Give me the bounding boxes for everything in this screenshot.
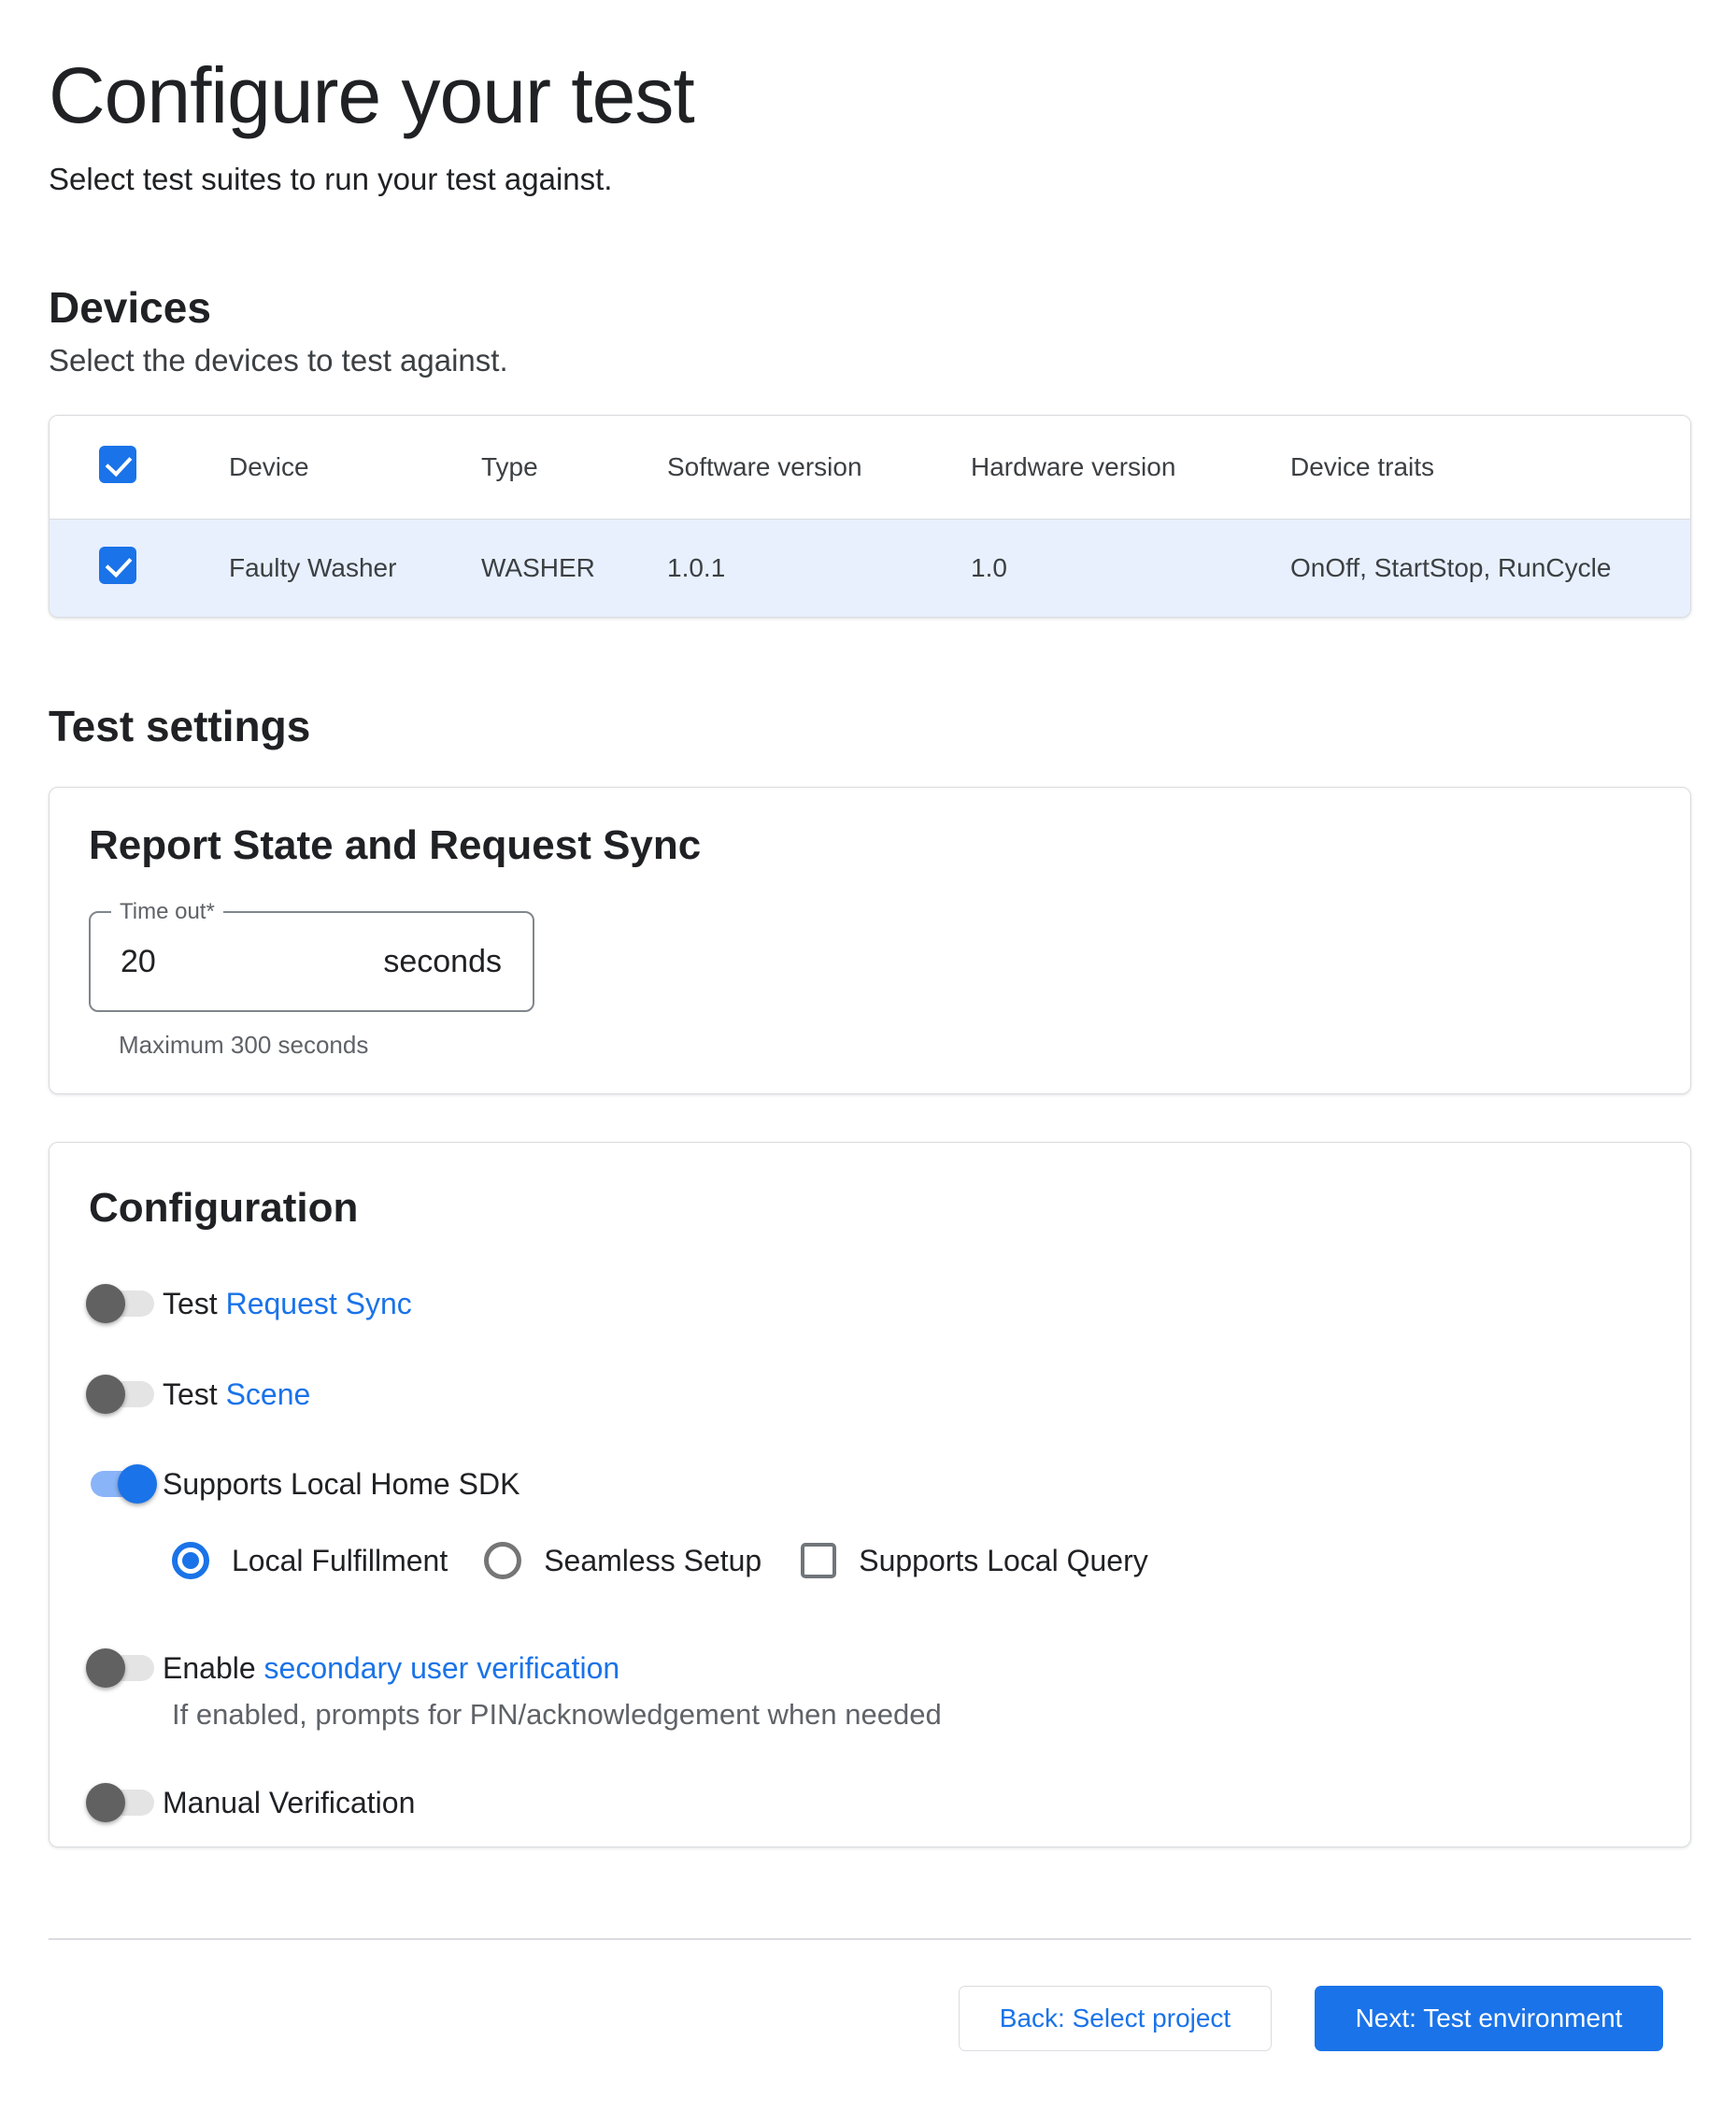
- timeout-input[interactable]: [121, 944, 326, 980]
- toggle-knob: [86, 1648, 125, 1688]
- local-home-sdk-options: Local Fulfillment Seamless Setup Support…: [172, 1540, 1651, 1581]
- local-fulfillment-radio[interactable]: [172, 1542, 209, 1579]
- devices-table-header-row: Device Type Software version Hardware ve…: [50, 416, 1690, 520]
- seamless-setup-radio[interactable]: [484, 1542, 521, 1579]
- seamless-setup-label: Seamless Setup: [544, 1544, 761, 1578]
- table-row[interactable]: Faulty Washer WASHER 1.0.1 1.0 OnOff, St…: [50, 520, 1690, 617]
- toggle-row-test-request-sync: Test Request Sync: [89, 1281, 1651, 1326]
- toggle-knob: [86, 1284, 125, 1323]
- test-request-sync-toggle[interactable]: [89, 1281, 154, 1326]
- supports-local-query-label: Supports Local Query: [859, 1544, 1148, 1578]
- cell-software-version: 1.0.1: [667, 553, 971, 583]
- toggle-row-supports-local-home-sdk: Supports Local Home SDK: [89, 1462, 1651, 1506]
- toggle-label-text: Manual Verification: [163, 1786, 415, 1819]
- back-button[interactable]: Back: Select project: [959, 1986, 1272, 2051]
- configuration-card-title: Configuration: [89, 1188, 1651, 1229]
- timeout-field-label: Time out*: [111, 900, 223, 924]
- toggle-label-text: Enable: [163, 1651, 256, 1685]
- toggle-row-manual-verification: Manual Verification: [89, 1780, 1651, 1825]
- secondary-user-verification-toggle[interactable]: [89, 1646, 154, 1690]
- configuration-card: Configuration Test Request Sync Test Sce…: [49, 1142, 1691, 1847]
- test-settings-heading: Test settings: [49, 700, 1693, 752]
- page-subtitle: Select test suites to run your test agai…: [49, 160, 1693, 199]
- column-header-device: Device: [229, 452, 481, 482]
- cell-device-type: WASHER: [481, 553, 667, 583]
- request-sync-link[interactable]: Request Sync: [226, 1287, 412, 1320]
- toggle-knob: [118, 1464, 157, 1504]
- column-header-software-version: Software version: [667, 452, 971, 482]
- page-title: Configure your test: [49, 47, 1693, 145]
- toggle-label: Supports Local Home SDK: [163, 1467, 519, 1502]
- next-button[interactable]: Next: Test environment: [1315, 1986, 1663, 2051]
- row-checkbox-cell: [50, 547, 229, 591]
- column-header-hardware-version: Hardware version: [971, 452, 1290, 482]
- test-scene-toggle[interactable]: [89, 1372, 154, 1417]
- toggle-label: Test Scene: [163, 1377, 310, 1412]
- toggle-label-text: Test: [163, 1287, 218, 1320]
- report-card-title: Report State and Request Sync: [89, 825, 1651, 866]
- column-header-device-traits: Device traits: [1290, 452, 1690, 482]
- cell-device-name: Faulty Washer: [229, 553, 481, 583]
- footer-divider: [49, 1938, 1691, 1940]
- select-all-cell: [50, 446, 229, 490]
- report-state-card: Report State and Request Sync Time out* …: [49, 787, 1691, 1094]
- timeout-helper-text: Maximum 300 seconds: [119, 1031, 1651, 1060]
- toggle-knob: [86, 1783, 125, 1822]
- toggle-row-test-scene: Test Scene: [89, 1372, 1651, 1417]
- devices-table: Device Type Software version Hardware ve…: [49, 415, 1691, 618]
- scene-link[interactable]: Scene: [226, 1377, 311, 1411]
- toggle-label: Enable secondary user verification: [163, 1651, 619, 1686]
- column-header-type: Type: [481, 452, 667, 482]
- devices-heading: Devices: [49, 281, 1693, 334]
- cell-hardware-version: 1.0: [971, 553, 1290, 583]
- devices-description: Select the devices to test against.: [49, 341, 1693, 380]
- row-checkbox[interactable]: [99, 547, 136, 584]
- timeout-field: Time out* seconds: [89, 911, 534, 1012]
- select-all-checkbox[interactable]: [99, 446, 136, 483]
- toggle-row-secondary-user-verification: Enable secondary user verification: [89, 1646, 1651, 1690]
- secondary-user-verification-link[interactable]: secondary user verification: [264, 1651, 620, 1685]
- page: Configure your test Select test suites t…: [0, 0, 1736, 2051]
- cell-device-traits: OnOff, StartStop, RunCycle: [1290, 553, 1690, 583]
- toggle-knob: [86, 1375, 125, 1414]
- supports-local-query-checkbox[interactable]: [801, 1543, 836, 1578]
- toggle-label-text: Test: [163, 1377, 218, 1411]
- local-fulfillment-label: Local Fulfillment: [232, 1544, 448, 1578]
- manual-verification-toggle[interactable]: [89, 1780, 154, 1825]
- secondary-user-verification-helper: If enabled, prompts for PIN/acknowledgem…: [172, 1696, 1651, 1733]
- supports-local-home-sdk-toggle[interactable]: [89, 1462, 154, 1506]
- toggle-label: Manual Verification: [163, 1786, 415, 1820]
- toggle-label: Test Request Sync: [163, 1287, 412, 1321]
- timeout-suffix: seconds: [383, 944, 502, 980]
- toggle-label-text: Supports Local Home SDK: [163, 1467, 519, 1501]
- footer-actions: Back: Select project Next: Test environm…: [49, 1986, 1691, 2051]
